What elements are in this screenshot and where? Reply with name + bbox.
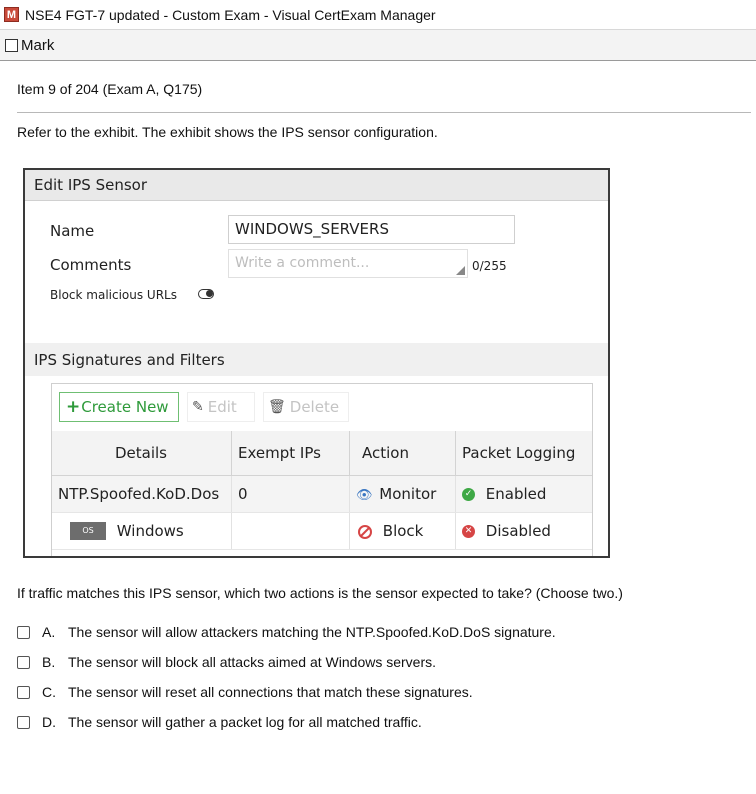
signatures-header: IPS Signatures and Filters <box>25 343 608 376</box>
option-a-checkbox[interactable] <box>17 625 30 639</box>
option-c-checkbox[interactable] <box>17 685 30 699</box>
option-text[interactable]: The sensor will block all attacks aimed … <box>68 654 436 670</box>
mark-checkbox[interactable] <box>5 38 18 52</box>
cell-action: 👁 Monitor <box>349 475 456 513</box>
name-field: WINDOWS_SERVERS <box>228 215 515 244</box>
table-row: NTP.Spoofed.KoD.Dos 0 👁 Monitor ✓ Enable… <box>52 475 592 513</box>
name-label: Name <box>50 222 95 240</box>
question-text: If traffic matches this IPS sensor, whic… <box>17 585 623 601</box>
option-b-checkbox[interactable] <box>17 655 30 669</box>
window-title: NSE4 FGT-7 updated - Custom Exam - Visua… <box>25 6 436 23</box>
edit-button: ✎ Edit <box>187 392 255 422</box>
os-badge: OS <box>70 522 106 541</box>
exhibit-header: Edit IPS Sensor <box>25 170 608 201</box>
create-new-button: + Create New <box>59 392 179 422</box>
signatures-panel: + Create New ✎ Edit 🗑 Delete Details Exe… <box>51 383 593 556</box>
signatures-table: Details Exempt IPs Action Packet Logging… <box>52 431 592 550</box>
action-label: Monitor <box>379 485 437 503</box>
option-a[interactable]: A. The sensor will allow attackers match… <box>17 624 556 640</box>
block-urls-label: Block malicious URLs <box>50 288 177 302</box>
details-label: Windows <box>116 521 184 540</box>
check-circle-icon: ✓ <box>462 488 475 501</box>
option-letter: B. <box>42 654 56 670</box>
edit-label: Edit <box>207 398 237 416</box>
question-intro: Refer to the exhibit. The exhibit shows … <box>17 124 438 140</box>
column-header-details: Details <box>52 431 232 476</box>
cell-details: NTP.Spoofed.KoD.Dos <box>52 475 232 513</box>
option-d-checkbox[interactable] <box>17 715 30 729</box>
cell-details: OS Windows <box>52 512 232 550</box>
logging-label: Disabled <box>485 522 551 540</box>
cell-logging: ✓ Enabled <box>455 475 592 513</box>
create-new-label: Create New <box>81 398 169 416</box>
cell-action: Block <box>349 512 456 550</box>
option-letter: D. <box>42 714 56 730</box>
option-c[interactable]: C. The sensor will reset all connections… <box>17 684 473 700</box>
item-counter: Item 9 of 204 (Exam A, Q175) <box>17 81 203 97</box>
cell-exempt: 0 <box>231 475 350 513</box>
trash-icon: 🗑 <box>268 399 286 415</box>
exhibit-image: Edit IPS Sensor Name WINDOWS_SERVERS Com… <box>23 168 610 558</box>
column-header-exempt-ips: Exempt IPs <box>231 431 350 476</box>
option-text[interactable]: The sensor will gather a packet log for … <box>68 714 422 730</box>
x-circle-icon: ✕ <box>462 525 475 538</box>
action-label: Block <box>382 522 424 540</box>
cell-exempt <box>231 512 350 550</box>
delete-button: 🗑 Delete <box>263 392 349 422</box>
mark-label[interactable]: Mark <box>21 37 54 54</box>
block-icon <box>358 524 372 539</box>
comments-label: Comments <box>50 256 132 274</box>
pencil-icon: ✎ <box>192 399 204 415</box>
comments-field: Write a comment... <box>228 249 468 278</box>
option-text[interactable]: The sensor will allow attackers matching… <box>68 624 556 640</box>
table-header-row: Details Exempt IPs Action Packet Logging <box>52 431 592 476</box>
divider <box>17 112 751 113</box>
toggle-icon <box>198 289 214 299</box>
table-row: OS Windows Block ✕ Disabled <box>52 512 592 550</box>
delete-label: Delete <box>289 398 340 416</box>
option-text[interactable]: The sensor will reset all connections th… <box>68 684 473 700</box>
char-count: 0/255 <box>472 259 507 273</box>
cell-logging: ✕ Disabled <box>455 512 592 550</box>
column-header-action: Action <box>349 431 456 476</box>
column-header-packet-logging: Packet Logging <box>455 431 592 476</box>
option-letter: C. <box>42 684 56 700</box>
option-b[interactable]: B. The sensor will block all attacks aim… <box>17 654 436 670</box>
logging-label: Enabled <box>485 485 547 503</box>
plus-icon: + <box>66 397 81 417</box>
comments-placeholder: Write a comment... <box>235 255 370 271</box>
exhibit-title: Edit IPS Sensor <box>34 176 147 194</box>
resize-grip-icon <box>456 266 465 275</box>
mark-bar: Mark <box>0 30 756 61</box>
option-letter: A. <box>42 624 56 640</box>
signatures-title: IPS Signatures and Filters <box>34 351 225 369</box>
title-bar: M NSE4 FGT-7 updated - Custom Exam - Vis… <box>0 0 756 30</box>
eye-icon: 👁 <box>356 488 373 503</box>
option-d[interactable]: D. The sensor will gather a packet log f… <box>17 714 422 730</box>
app-logo-icon: M <box>4 7 19 22</box>
